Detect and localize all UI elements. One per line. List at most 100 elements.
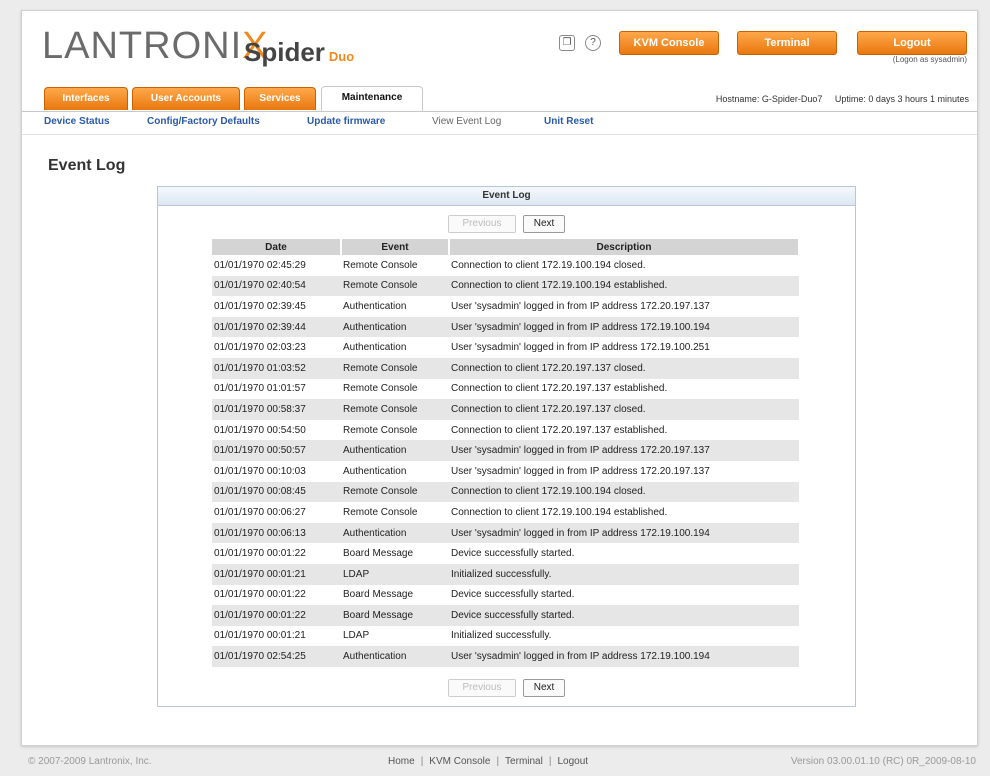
cell-event: Remote Console xyxy=(343,506,418,518)
cell-description: Initialized successfully. xyxy=(451,630,552,642)
sub-navigation: Device Status Config/Factory Defaults Up… xyxy=(22,111,977,135)
footer-separator: | xyxy=(548,756,552,767)
product-suffix: Duo xyxy=(328,49,355,64)
cell-event: Authentication xyxy=(343,300,407,312)
footer: © 2007-2009 Lantronix, Inc. Home | KVM Con… xyxy=(0,752,990,772)
help-book-icon[interactable]: ❐ xyxy=(559,35,575,51)
footer-link-logout[interactable]: Logout xyxy=(557,756,588,767)
table-row: 01/01/1970 02:45:29 Remote Console Connect… xyxy=(212,255,799,276)
page-frame: LANTRONIX Spider Duo ❐ ? KVM Console Term… xyxy=(21,10,978,746)
cell-description: Connection to client 172.20.197.137 esta… xyxy=(451,424,668,436)
cell-date: 01/01/1970 00:10:03 xyxy=(214,465,306,477)
footer-separator: | xyxy=(496,756,500,767)
cell-date: 01/01/1970 00:58:37 xyxy=(212,399,341,420)
table-row: 01/01/1970 00:50:57 Authentication User 's… xyxy=(212,440,799,461)
cell-description: User 'sysadmin' logged in from IP addres… xyxy=(449,522,799,544)
footer-link-kvm-console[interactable]: KVM Console xyxy=(429,756,490,767)
cell-description: Device successfully started. xyxy=(451,589,575,601)
subnav-config-defaults[interactable]: Config/Factory Defaults xyxy=(147,116,260,127)
product-name: Spider xyxy=(244,37,325,67)
cell-event: Remote Console xyxy=(341,275,449,297)
table-row: 01/01/1970 01:01:57 Remote Console Connect… xyxy=(212,379,799,400)
cell-event: LDAP xyxy=(343,630,370,642)
cell-description: Connection to client 172.19.100.194 clos… xyxy=(451,259,646,271)
tab-interfaces[interactable]: Interfaces xyxy=(44,87,128,110)
table-row: 01/01/1970 02:03:23 Authentication User 's… xyxy=(212,337,799,358)
column-header-date: Date xyxy=(212,239,342,255)
subnav-unit-reset[interactable]: Unit Reset xyxy=(544,116,593,127)
cell-date: 01/01/1970 01:01:57 xyxy=(214,383,306,395)
tab-maintenance[interactable]: Maintenance xyxy=(321,86,423,112)
tab-user-accounts[interactable]: User Accounts xyxy=(132,87,240,110)
footer-separator: | xyxy=(420,756,424,767)
cell-description: User 'sysadmin' logged in from IP addres… xyxy=(451,465,710,477)
table-row: 01/01/1970 00:01:22 Board Message Device s… xyxy=(212,543,799,564)
event-log-rows: 01/01/1970 02:45:29 Remote Console Connect… xyxy=(212,255,799,667)
table-row: 01/01/1970 02:39:44 Authentication User 's… xyxy=(212,316,799,338)
tab-services[interactable]: Services xyxy=(244,87,316,110)
table-row: 01/01/1970 00:01:21 LDAP Initialized succe… xyxy=(212,626,799,647)
event-log-panel: Event Log Previous Next Date Event Descr… xyxy=(157,186,856,707)
kvm-console-button[interactable]: KVM Console xyxy=(619,31,719,55)
cell-date: 01/01/1970 00:06:27 xyxy=(214,506,306,518)
cell-date: 01/01/1970 00:01:22 xyxy=(214,589,306,601)
table-row: 01/01/1970 00:01:22 Board Message Device s… xyxy=(212,585,799,606)
uptime: Uptime: 0 days 3 hours 1 minutes xyxy=(834,94,969,104)
cell-event: Authentication xyxy=(341,522,449,544)
subnav-update-firmware[interactable]: Update firmware xyxy=(307,116,385,127)
cell-date: 01/01/1970 00:08:45 xyxy=(212,481,341,503)
cell-description: Connection to client 172.19.100.194 clos… xyxy=(449,481,799,503)
cell-description: Connection to client 172.20.197.137 clos… xyxy=(449,399,799,420)
pager-bottom: Previous Next xyxy=(158,679,855,699)
logged-in-user: (Logon as sysadmin) xyxy=(892,55,967,64)
lantronix-logo: LANTRONIX xyxy=(42,25,269,67)
logout-button[interactable]: Logout xyxy=(857,31,967,55)
previous-button-top[interactable]: Previous xyxy=(447,215,516,233)
cell-description: Connection to client 172.19.100.194 esta… xyxy=(449,275,799,297)
column-header-description: Description xyxy=(449,239,800,255)
cell-date: 01/01/1970 02:39:45 xyxy=(214,300,306,312)
cell-date: 01/01/1970 02:39:44 xyxy=(212,316,341,338)
cell-event: LDAP xyxy=(341,563,449,585)
footer-link-home[interactable]: Home xyxy=(388,756,415,767)
next-button-bottom[interactable]: Next xyxy=(523,679,566,697)
panel-title: Event Log xyxy=(158,187,855,206)
pager-top: Previous Next xyxy=(158,215,855,235)
cell-description: Connection to client 172.19.100.194 esta… xyxy=(451,506,668,518)
table-row: 01/01/1970 00:58:37 Remote Console Connect… xyxy=(212,399,799,420)
cell-date: 01/01/1970 00:01:21 xyxy=(214,630,306,642)
help-question-icon[interactable]: ? xyxy=(585,35,601,51)
table-row: 01/01/1970 02:54:25 Authentication User 's… xyxy=(212,646,799,667)
column-header-event: Event xyxy=(341,239,450,255)
previous-button-bottom[interactable]: Previous xyxy=(447,679,516,697)
cell-date: 01/01/1970 00:01:21 xyxy=(212,563,341,585)
cell-description: Initialized successfully. xyxy=(449,563,799,585)
cell-date: 01/01/1970 02:40:54 xyxy=(212,275,341,297)
cell-description: User 'sysadmin' logged in from IP addres… xyxy=(449,440,799,461)
cell-event: Authentication xyxy=(341,646,449,667)
cell-date: 01/01/1970 02:03:23 xyxy=(214,342,306,354)
subnav-device-status[interactable]: Device Status xyxy=(44,116,110,127)
hostname: Hostname: G-Spider-Duo7 xyxy=(715,94,823,104)
cell-date: 01/01/1970 00:01:22 xyxy=(212,605,341,626)
table-header-row: Date Event Description xyxy=(212,239,800,255)
cell-event: Remote Console xyxy=(343,424,418,436)
table-row: 01/01/1970 00:06:27 Remote Console Connect… xyxy=(212,502,799,523)
terminal-button[interactable]: Terminal xyxy=(737,31,837,55)
cell-event: Board Message xyxy=(341,605,449,626)
table-row: 01/01/1970 00:08:45 Remote Console Connect… xyxy=(212,481,799,503)
next-button-top[interactable]: Next xyxy=(523,215,566,233)
cell-description: User 'sysadmin' logged in from IP addres… xyxy=(451,342,710,354)
cell-description: Connection to client 172.20.197.137 clos… xyxy=(449,357,799,379)
footer-link-terminal[interactable]: Terminal xyxy=(505,756,543,767)
cell-event: Remote Console xyxy=(341,481,449,503)
event-log-table: Date Event Description 01/01/1970 02:45:… xyxy=(212,239,800,667)
cell-description: User 'sysadmin' logged in from IP addres… xyxy=(449,316,799,338)
cell-date: 01/01/1970 00:50:57 xyxy=(212,440,341,461)
cell-date: 01/01/1970 02:45:29 xyxy=(214,259,306,271)
cell-event: Remote Console xyxy=(341,357,449,379)
status-line: Hostname: G-Spider-Duo7 Uptime: 0 days 3… xyxy=(706,94,969,104)
cell-description: Connection to client 172.20.197.137 esta… xyxy=(451,383,668,395)
subnav-view-event-log[interactable]: View Event Log xyxy=(432,116,501,127)
page-title: Event Log xyxy=(48,157,126,174)
